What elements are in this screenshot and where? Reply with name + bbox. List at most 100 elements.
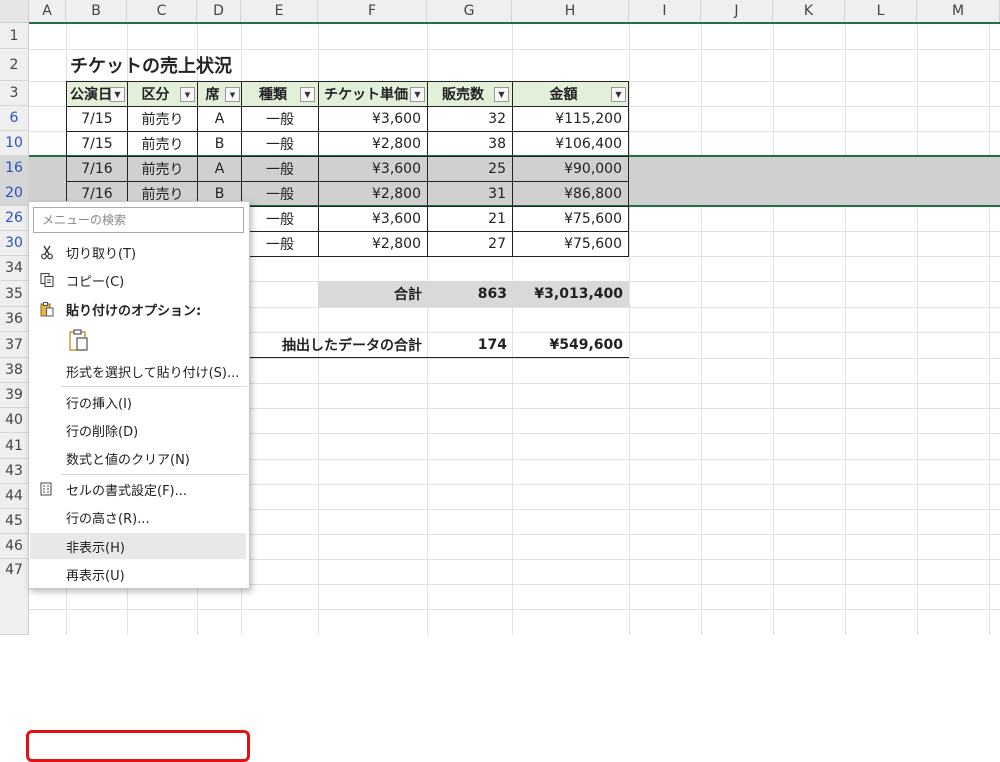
table-cell[interactable]: ¥75,600: [512, 231, 629, 257]
row-header-16[interactable]: 16: [0, 156, 29, 181]
menu-item-paste-special[interactable]: 形式を選択して貼り付け(S)...: [30, 358, 249, 384]
table-cell[interactable]: B: [197, 131, 242, 157]
total-count[interactable]: 863: [427, 281, 513, 307]
table-cell[interactable]: 7/15: [66, 106, 128, 132]
sheet-title[interactable]: チケットの売上状況: [66, 49, 316, 81]
row-header-26[interactable]: 26: [0, 206, 29, 231]
table-cell[interactable]: ¥75,600: [512, 206, 629, 232]
table-cell[interactable]: 一般: [241, 156, 319, 182]
table-cell[interactable]: 一般: [241, 206, 319, 232]
table-cell[interactable]: ¥3,600: [318, 156, 428, 182]
menu-separator: [61, 386, 247, 387]
row-header-46[interactable]: 46: [0, 534, 29, 559]
extracted-total-label[interactable]: 抽出したデータの合計: [241, 332, 428, 358]
filter-dropdown-icon[interactable]: ▼: [110, 87, 125, 102]
menu-item-cut[interactable]: 切り取り(T): [30, 239, 249, 265]
filter-dropdown-icon[interactable]: ▼: [611, 87, 626, 102]
table-cell[interactable]: ¥90,000: [512, 156, 629, 182]
row-header-30[interactable]: 30: [0, 231, 29, 256]
menu-item-insert-rows[interactable]: 行の挿入(I): [30, 389, 249, 415]
table-cell[interactable]: A: [197, 106, 242, 132]
row-header-38[interactable]: 38: [0, 358, 29, 383]
column-header-j[interactable]: J: [701, 0, 773, 23]
table-cell[interactable]: 25: [427, 156, 513, 182]
column-header-c[interactable]: C: [127, 0, 197, 23]
paste-button[interactable]: [67, 328, 91, 352]
table-cell[interactable]: 31: [427, 181, 513, 207]
row-header-47[interactable]: 47: [0, 559, 29, 635]
row-header-44[interactable]: 44: [0, 484, 29, 509]
table-cell[interactable]: 前売り: [127, 106, 198, 132]
extracted-total-amount[interactable]: ¥549,600: [512, 332, 629, 358]
table-cell[interactable]: 21: [427, 206, 513, 232]
row-header-36[interactable]: 36: [0, 307, 29, 332]
filter-applied-icon[interactable]: ▼: [180, 87, 195, 102]
row-header-3[interactable]: 3: [0, 81, 29, 106]
table-cell[interactable]: ¥2,800: [318, 231, 428, 257]
column-header-h[interactable]: H: [512, 0, 629, 23]
header-performance-date-label: 公演日: [70, 87, 112, 103]
menu-item-clear-contents[interactable]: 数式と値のクリア(N): [30, 445, 249, 471]
copy-icon: [40, 272, 54, 288]
column-header-g[interactable]: G: [427, 0, 512, 23]
extracted-total-count[interactable]: 174: [427, 332, 513, 358]
table-cell[interactable]: 一般: [241, 131, 319, 157]
row-header-39[interactable]: 39: [0, 383, 29, 408]
table-cell[interactable]: ¥115,200: [512, 106, 629, 132]
column-header-a[interactable]: A: [29, 0, 66, 23]
table-cell[interactable]: ¥2,800: [318, 131, 428, 157]
column-header-d[interactable]: D: [197, 0, 241, 23]
row-header-41[interactable]: 41: [0, 433, 29, 459]
column-header-b[interactable]: B: [66, 0, 127, 23]
table-cell[interactable]: 27: [427, 231, 513, 257]
filter-dropdown-icon[interactable]: ▼: [300, 87, 315, 102]
row-header-35[interactable]: 35: [0, 281, 29, 307]
filter-dropdown-icon[interactable]: ▼: [410, 87, 425, 102]
column-header-i[interactable]: I: [629, 0, 701, 23]
table-cell[interactable]: 32: [427, 106, 513, 132]
column-header-k[interactable]: K: [773, 0, 845, 23]
menu-search-input[interactable]: メニューの検索: [33, 207, 244, 233]
menu-item-delete-rows[interactable]: 行の削除(D): [30, 417, 249, 443]
total-amount[interactable]: ¥3,013,400: [512, 281, 629, 307]
table-cell[interactable]: 7/15: [66, 131, 128, 157]
table-cell[interactable]: ¥86,800: [512, 181, 629, 207]
row-header-34[interactable]: 34: [0, 256, 29, 281]
table-cell[interactable]: ¥3,600: [318, 106, 428, 132]
total-label[interactable]: 合計: [318, 281, 428, 307]
menu-item-hide[interactable]: 非表示(H): [30, 533, 246, 559]
column-header-e[interactable]: E: [241, 0, 318, 23]
row-header-2[interactable]: 2: [0, 49, 29, 81]
menu-item-row-height[interactable]: 行の高さ(R)...: [30, 504, 249, 530]
column-header-m[interactable]: M: [917, 0, 1000, 23]
paste-clipboard-icon: [69, 329, 88, 351]
table-cell[interactable]: ¥3,600: [318, 206, 428, 232]
table-cell[interactable]: 一般: [241, 231, 319, 257]
filter-applied-icon[interactable]: ▼: [225, 87, 240, 102]
menu-item-format-cells[interactable]: セルの書式設定(F)...: [30, 476, 249, 502]
row-header-43[interactable]: 43: [0, 459, 29, 484]
table-cell[interactable]: 一般: [241, 181, 319, 207]
table-cell[interactable]: 一般: [241, 106, 319, 132]
row-header-40[interactable]: 40: [0, 408, 29, 433]
row-header-1[interactable]: 1: [0, 23, 29, 49]
menu-item-paste-options: 貼り付けのオプション:: [30, 296, 249, 322]
table-cell[interactable]: 前売り: [127, 131, 198, 157]
table-cell[interactable]: A: [197, 156, 242, 182]
row-header-20[interactable]: 20: [0, 181, 29, 206]
table-cell[interactable]: 38: [427, 131, 513, 157]
table-cell[interactable]: ¥106,400: [512, 131, 629, 157]
table-cell[interactable]: 7/16: [66, 156, 128, 182]
table-cell[interactable]: ¥2,800: [318, 181, 428, 207]
select-all-corner[interactable]: [0, 0, 29, 23]
row-header-10[interactable]: 10: [0, 131, 29, 156]
filter-dropdown-icon[interactable]: ▼: [494, 87, 509, 102]
menu-item-copy[interactable]: コピー(C): [30, 267, 249, 293]
row-header-37[interactable]: 37: [0, 332, 29, 358]
column-header-l[interactable]: L: [845, 0, 917, 23]
column-header-f[interactable]: F: [318, 0, 427, 23]
row-header-45[interactable]: 45: [0, 509, 29, 534]
row-header-6[interactable]: 6: [0, 106, 29, 131]
menu-item-unhide[interactable]: 再表示(U): [30, 561, 249, 587]
table-cell[interactable]: 前売り: [127, 156, 198, 182]
